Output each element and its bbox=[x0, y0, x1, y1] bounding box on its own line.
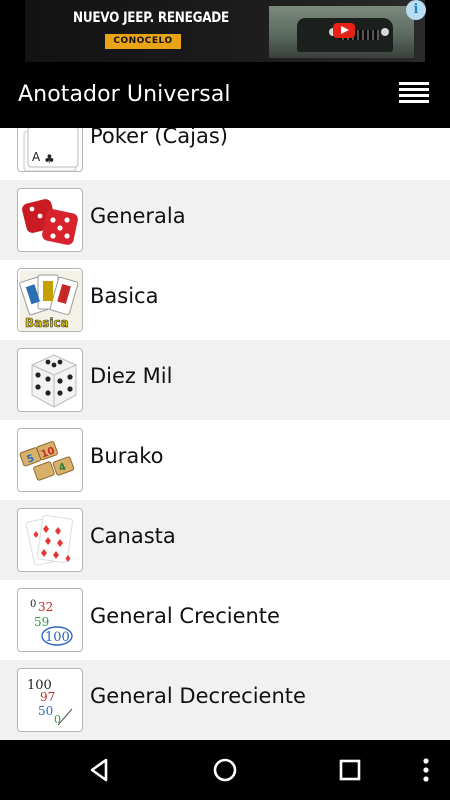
list-item-diez-mil[interactable]: Diez Mil bbox=[0, 340, 450, 420]
list-item-basica[interactable]: Basica Basica bbox=[0, 260, 450, 340]
ad-cta-button[interactable]: CONOCELO bbox=[105, 34, 181, 49]
ad-car-photo[interactable] bbox=[269, 6, 414, 58]
more-vertical-icon[interactable] bbox=[408, 752, 444, 788]
ad-headline: NUEVO JEEP. RENEGADE bbox=[73, 10, 229, 26]
list-item-label: Poker (Cajas) bbox=[90, 128, 228, 148]
list-item-burako[interactable]: 5 10 4 Burako bbox=[0, 420, 450, 500]
recents-icon[interactable] bbox=[332, 752, 368, 788]
red-dice-icon bbox=[17, 188, 83, 252]
poker-cards-icon: A ♣ bbox=[17, 128, 83, 172]
list-item-poker[interactable]: A ♣ Poker (Cajas) bbox=[0, 128, 450, 180]
hamburger-menu-icon[interactable] bbox=[399, 82, 431, 108]
back-icon[interactable] bbox=[82, 752, 118, 788]
list-item-label: Generala bbox=[90, 204, 186, 228]
svg-text:♣: ♣ bbox=[44, 152, 55, 166]
ad-creative[interactable]: NUEVO JEEP. RENEGADE CONOCELO bbox=[25, 0, 425, 62]
info-icon[interactable]: i bbox=[406, 0, 426, 20]
increasing-numbers-icon: 0 32 59 100 bbox=[17, 588, 83, 652]
diamond-cards-icon bbox=[17, 508, 83, 572]
list-item-label: Diez Mil bbox=[90, 364, 173, 388]
list-item-label: Canasta bbox=[90, 524, 176, 548]
icon-number: 32 bbox=[38, 600, 53, 614]
spanish-cards-icon: Basica bbox=[17, 268, 83, 332]
list-item-label: General Decreciente bbox=[90, 684, 306, 708]
domino-tiles-icon: 5 10 4 bbox=[17, 428, 83, 492]
app-title: Anotador Universal bbox=[18, 82, 231, 107]
icon-number: 100 bbox=[45, 630, 70, 645]
list-item-general-decreciente[interactable]: 100 97 50 0 General Decreciente bbox=[0, 660, 450, 740]
icon-number: 59 bbox=[34, 615, 49, 629]
white-die-icon bbox=[17, 348, 83, 412]
system-nav-bar bbox=[0, 740, 450, 800]
list-item-generala[interactable]: Generala bbox=[0, 180, 450, 260]
list-item-canasta[interactable]: Canasta bbox=[0, 500, 450, 580]
list-item-general-creciente[interactable]: 0 32 59 100 General Creciente bbox=[0, 580, 450, 660]
decreasing-numbers-icon: 100 97 50 0 bbox=[17, 668, 83, 732]
icon-number: 97 bbox=[40, 690, 55, 704]
list-item-label: Burako bbox=[90, 444, 164, 468]
icon-number: 50 bbox=[38, 704, 53, 718]
game-list[interactable]: A ♣ Poker (Cajas) Generala Basica Basica… bbox=[0, 128, 450, 740]
list-item-label: Basica bbox=[90, 284, 159, 308]
app-bar: Anotador Universal bbox=[0, 65, 450, 128]
list-item-label: General Creciente bbox=[90, 604, 280, 628]
play-video-icon[interactable] bbox=[333, 23, 355, 38]
icon-number: 0 bbox=[30, 599, 36, 610]
home-icon[interactable] bbox=[207, 752, 243, 788]
basica-icon-text: Basica bbox=[25, 316, 69, 330]
ad-banner[interactable]: NUEVO JEEP. RENEGADE CONOCELO i bbox=[0, 0, 450, 65]
icon-number: 0 bbox=[54, 713, 61, 726]
svg-text:A: A bbox=[32, 150, 41, 164]
